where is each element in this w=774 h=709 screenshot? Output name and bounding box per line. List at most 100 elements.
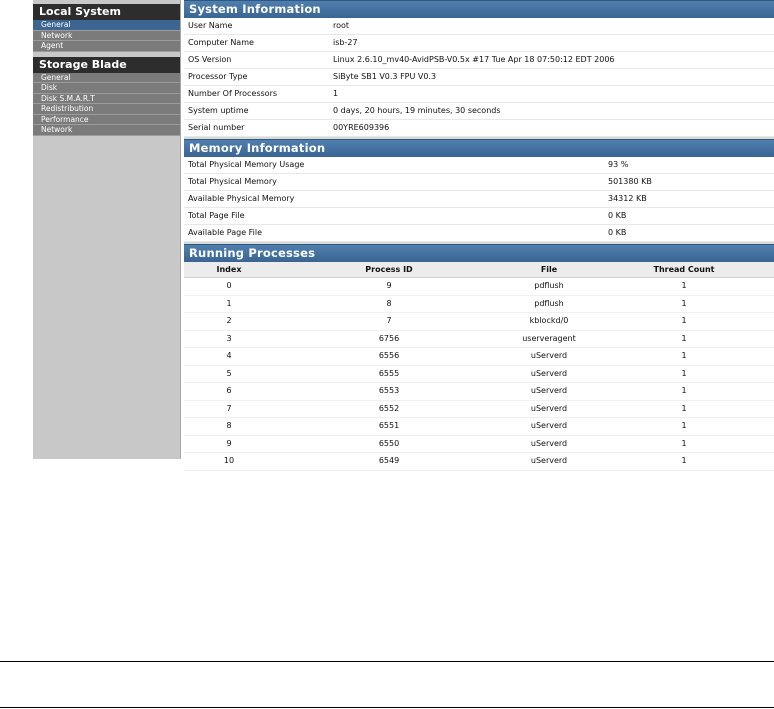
nav-item-local-agent[interactable]: Agent xyxy=(33,41,180,52)
cell-process-id: 8 xyxy=(274,295,504,313)
cell-file: uServerd xyxy=(504,400,594,418)
system-info-value: 1 xyxy=(333,89,339,98)
memory-info-value: 34312 KB xyxy=(608,194,647,203)
cell-process-id: 6549 xyxy=(274,452,504,471)
cell-index: 2 xyxy=(184,312,274,331)
cell-thread-count: 1 xyxy=(594,312,774,331)
nav-item-blade-performance[interactable]: Performance xyxy=(33,114,180,125)
cell-index: 7 xyxy=(184,400,274,418)
column-header-file[interactable]: File xyxy=(504,262,594,278)
cell-file: uServerd xyxy=(504,347,594,366)
system-info-value: Linux 2.6.10_mv40-AvidPSB-V0.5x #17 Tue … xyxy=(333,55,615,64)
system-info-value: isb-27 xyxy=(333,38,358,47)
system-info-label: Processor Type xyxy=(188,72,248,81)
cell-process-id: 6550 xyxy=(274,435,504,453)
system-info-label: Number Of Processors xyxy=(188,89,278,98)
cell-file: pdflush xyxy=(504,295,594,313)
table-row: 3 6756 userveragent 1 xyxy=(184,330,774,348)
table-row: 0 9 pdflush 1 xyxy=(184,277,774,296)
memory-info-row: Available Physical Memory 34312 KB xyxy=(184,191,774,208)
cell-thread-count: 1 xyxy=(594,295,774,313)
system-info-value: SiByte SB1 V0.3 FPU V0.3 xyxy=(333,72,437,81)
memory-info-value: 501380 KB xyxy=(608,177,652,186)
running-processes-title: Running Processes xyxy=(184,244,774,262)
column-header-index[interactable]: Index xyxy=(184,262,274,278)
system-info-value: 00YRE609396 xyxy=(333,123,390,132)
table-row: 5 6555 uServerd 1 xyxy=(184,365,774,383)
cell-file: kblockd/0 xyxy=(504,312,594,331)
cell-file: uServerd xyxy=(504,365,594,383)
sidebar-nav: Local System General Network Agent Stora… xyxy=(33,0,181,459)
system-info-label: Serial number xyxy=(188,123,245,132)
system-info-row: System uptime 0 days, 20 hours, 19 minut… xyxy=(184,103,774,120)
memory-info-row: Total Physical Memory 501380 KB xyxy=(184,174,774,191)
cell-index: 6 xyxy=(184,382,274,401)
column-header-process-id[interactable]: Process ID xyxy=(274,262,504,278)
system-info-value: root xyxy=(333,21,350,30)
cell-process-id: 6553 xyxy=(274,382,504,401)
cell-file: pdflush xyxy=(504,277,594,296)
system-info-label: User Name xyxy=(188,21,233,30)
cell-index: 4 xyxy=(184,347,274,366)
memory-info-label: Total Page File xyxy=(188,211,245,220)
table-row: 4 6556 uServerd 1 xyxy=(184,347,774,366)
cell-thread-count: 1 xyxy=(594,400,774,418)
cell-index: 10 xyxy=(184,452,274,471)
nav-item-blade-network[interactable]: Network xyxy=(33,125,180,136)
memory-info-panel: Memory Information Total Physical Memory… xyxy=(184,139,774,242)
table-row: 7 6552 uServerd 1 xyxy=(184,400,774,418)
cell-process-id: 6555 xyxy=(274,365,504,383)
memory-info-label: Available Page File xyxy=(188,228,263,237)
system-info-row: Processor Type SiByte SB1 V0.3 FPU V0.3 xyxy=(184,69,774,86)
nav-item-blade-disk-smart[interactable]: Disk S.M.A.R.T xyxy=(33,93,180,104)
memory-info-value: 93 % xyxy=(608,160,629,169)
table-row: 9 6550 uServerd 1 xyxy=(184,435,774,453)
nav-item-blade-redistribution[interactable]: Redistribution xyxy=(33,104,180,115)
cell-process-id: 6552 xyxy=(274,400,504,418)
cell-process-id: 6551 xyxy=(274,417,504,436)
table-row: 2 7 kblockd/0 1 xyxy=(184,312,774,331)
nav-item-local-general[interactable]: General xyxy=(33,20,180,31)
cell-file: userveragent xyxy=(504,330,594,348)
memory-info-row: Total Page File 0 KB xyxy=(184,208,774,225)
cell-file: uServerd xyxy=(504,382,594,401)
table-row: 1 8 pdflush 1 xyxy=(184,295,774,313)
divider-rule xyxy=(0,661,774,662)
divider-rule xyxy=(0,707,774,708)
system-info-panel: System Information User Name root Comput… xyxy=(184,0,774,137)
system-info-label: System uptime xyxy=(188,106,249,115)
cell-file: uServerd xyxy=(504,435,594,453)
system-info-label: OS Version xyxy=(188,55,232,64)
cell-file: uServerd xyxy=(504,417,594,436)
cell-thread-count: 1 xyxy=(594,365,774,383)
cell-thread-count: 1 xyxy=(594,330,774,348)
memory-info-row: Available Page File 0 KB xyxy=(184,225,774,242)
cell-thread-count: 1 xyxy=(594,435,774,453)
nav-heading-local-system: Local System xyxy=(33,4,180,20)
column-header-thread-count[interactable]: Thread Count xyxy=(594,262,774,278)
cell-thread-count: 1 xyxy=(594,452,774,471)
memory-info-row: Total Physical Memory Usage 93 % xyxy=(184,157,774,174)
system-info-row: Computer Name isb-27 xyxy=(184,35,774,52)
nav-item-blade-general[interactable]: General xyxy=(33,72,180,83)
process-table-header: Index Process ID File Thread Count xyxy=(184,262,774,278)
nav-item-local-network[interactable]: Network xyxy=(33,30,180,41)
memory-info-value: 0 KB xyxy=(608,211,627,220)
cell-thread-count: 1 xyxy=(594,347,774,366)
cell-index: 8 xyxy=(184,417,274,436)
system-info-label: Computer Name xyxy=(188,38,254,47)
cell-process-id: 6756 xyxy=(274,330,504,348)
cell-file: uServerd xyxy=(504,452,594,471)
main-content: System Information User Name root Comput… xyxy=(184,0,774,471)
cell-index: 3 xyxy=(184,330,274,348)
memory-info-title: Memory Information xyxy=(184,139,774,157)
running-processes-panel: Running Processes Index Process ID File … xyxy=(184,244,774,471)
system-info-title: System Information xyxy=(184,0,774,18)
system-info-value: 0 days, 20 hours, 19 minutes, 30 seconds xyxy=(333,106,501,115)
nav-heading-storage-blade: Storage Blade xyxy=(33,56,180,73)
table-row: 8 6551 uServerd 1 xyxy=(184,417,774,436)
cell-index: 1 xyxy=(184,295,274,313)
cell-thread-count: 1 xyxy=(594,382,774,401)
cell-thread-count: 1 xyxy=(594,417,774,436)
nav-item-blade-disk[interactable]: Disk xyxy=(33,83,180,94)
